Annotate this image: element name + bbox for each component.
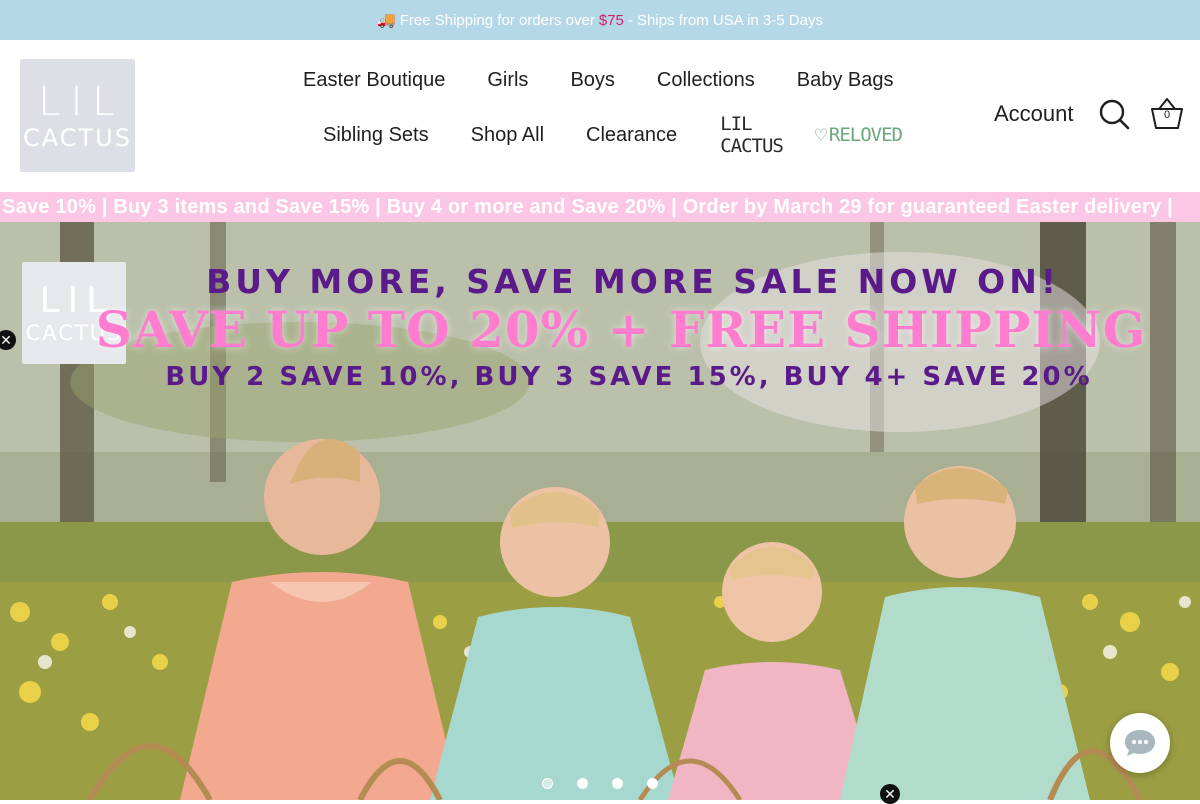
hero-headline-line2: SAVE UP TO 20% + FREE SHIPPING xyxy=(95,300,1147,359)
hero-headline-line1: BUY MORE, SAVE MORE SALE NOW ON! xyxy=(206,262,1060,301)
nav-collections[interactable]: Collections xyxy=(636,69,776,92)
announcement-text: Free Shipping for orders over xyxy=(399,11,595,29)
nav-boys[interactable]: Boys xyxy=(549,69,635,92)
account-link[interactable]: Account xyxy=(994,101,1074,127)
slide-dot-1[interactable] xyxy=(542,778,553,789)
chat-bubble-icon xyxy=(1125,730,1155,756)
promo-marquee: d Save 10% | Buy 3 items and Save 15% | … xyxy=(0,192,1200,222)
hero-slideshow[interactable]: LIL CACTUS BUY MORE, SAVE MORE SALE NOW … xyxy=(0,222,1200,800)
site-logo[interactable]: LIL CACTUS xyxy=(20,59,135,172)
nav-easter-boutique[interactable]: Easter Boutique xyxy=(282,69,466,92)
search-icon xyxy=(1099,99,1130,130)
hero-headline-line3: BUY 2 SAVE 10%, BUY 3 SAVE 15%, BUY 4+ S… xyxy=(165,362,1093,392)
nav-shop-all[interactable]: Shop All xyxy=(450,124,565,147)
nav-lil-cactus-reloved[interactable]: LIL CACTUS ♡ RELOVED xyxy=(720,113,903,157)
announcement-bar: 🚚 Free Shipping for orders over $75 - Sh… xyxy=(0,0,1200,40)
close-icon[interactable]: ✕ xyxy=(880,784,900,804)
announcement-price: $75 xyxy=(598,11,624,29)
nav-baby-bags[interactable]: Baby Bags xyxy=(776,69,915,92)
slide-dot-2[interactable] xyxy=(577,778,588,789)
promo-text: d Save 10% | Buy 3 items and Save 15% | … xyxy=(0,196,1173,218)
heart-icon: ♡ xyxy=(814,123,827,147)
cart-count-badge: 0 xyxy=(1163,109,1171,121)
logo-line1: LIL xyxy=(38,78,125,125)
slideshow-dots xyxy=(542,778,658,789)
nav-clearance[interactable]: Clearance xyxy=(565,124,698,147)
site-header: LIL CACTUS Easter Boutique Girls Boys Co… xyxy=(0,40,1200,192)
main-navigation: Easter Boutique Girls Boys Collections B… xyxy=(282,58,903,158)
nav-sibling-sets[interactable]: Sibling Sets xyxy=(302,124,450,147)
truck-icon: 🚚 xyxy=(377,12,396,29)
chat-button[interactable] xyxy=(1110,713,1170,773)
logo-line2: CACTUS xyxy=(23,123,132,152)
search-button[interactable] xyxy=(1096,96,1132,132)
slide-dot-3[interactable] xyxy=(612,778,623,789)
reloved-text-part2: RELOVED xyxy=(828,124,903,146)
announcement-text-after: - Ships from USA in 3-5 Days xyxy=(627,11,823,29)
slide-dot-4[interactable] xyxy=(647,778,658,789)
reloved-text-part1: LIL CACTUS xyxy=(720,113,784,157)
nav-girls[interactable]: Girls xyxy=(466,69,549,92)
